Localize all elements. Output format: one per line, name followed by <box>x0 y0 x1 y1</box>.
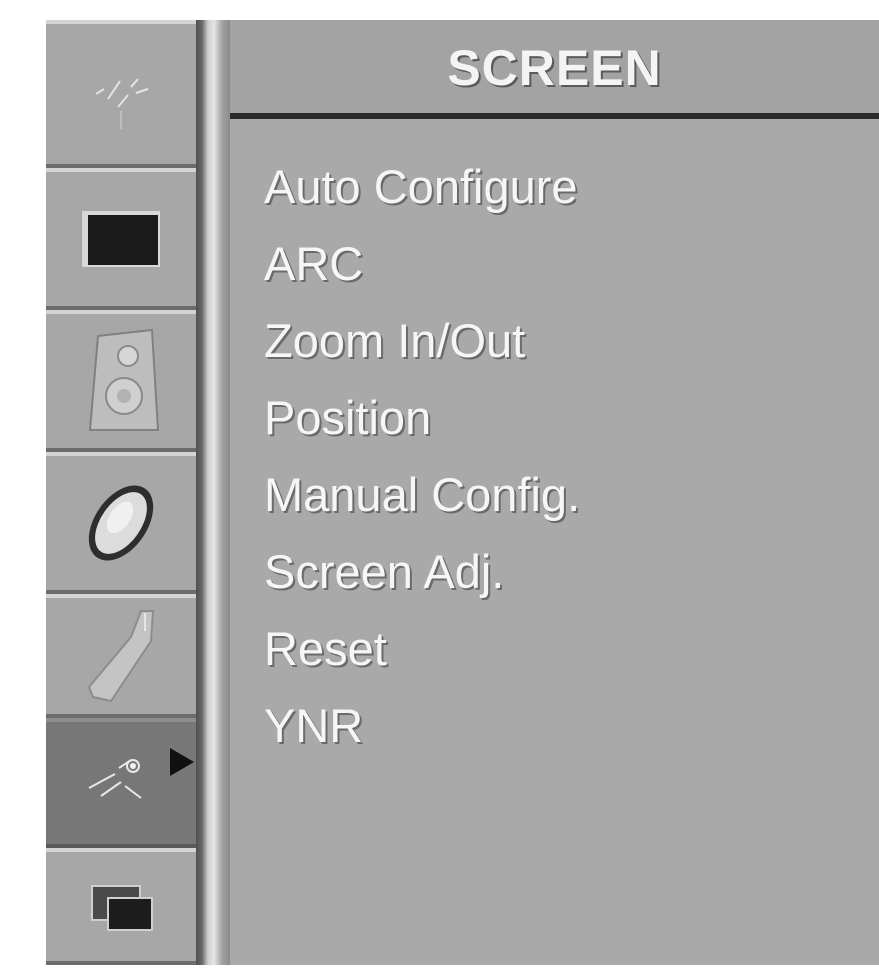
wrench-icon <box>87 610 155 703</box>
menu-item-screen-adj[interactable]: Screen Adj. <box>264 547 580 624</box>
menu-list: Auto Configure ARC Zoom In/Out Position … <box>264 162 580 778</box>
picture-icon <box>82 211 160 267</box>
clock-icon <box>88 485 154 561</box>
sidebar-item-sound[interactable] <box>46 310 196 452</box>
selection-arrow-icon <box>170 748 194 776</box>
submenu-panel: SCREEN Auto Configure ARC Zoom In/Out Po… <box>230 20 879 965</box>
sidebar-item-time[interactable] <box>46 452 196 594</box>
menu-sidebar <box>46 20 196 965</box>
menu-item-manual-config[interactable]: Manual Config. <box>264 470 580 547</box>
sidebar-item-picture[interactable] <box>46 168 196 310</box>
speaker-icon <box>88 328 160 431</box>
screen-settings-icon <box>88 759 142 799</box>
title-divider <box>230 113 879 119</box>
menu-item-position[interactable]: Position <box>264 393 580 470</box>
panel-title: SCREEN <box>230 20 879 115</box>
menu-item-auto-configure[interactable]: Auto Configure <box>264 162 580 239</box>
menu-item-ynr[interactable]: YNR <box>264 701 580 778</box>
osd-menu: SCREEN Auto Configure ARC Zoom In/Out Po… <box>46 20 879 965</box>
menu-item-zoom[interactable]: Zoom In/Out <box>264 316 580 393</box>
sidebar-item-pip[interactable] <box>46 848 196 965</box>
menu-item-arc[interactable]: ARC <box>264 239 580 316</box>
sidebar-item-option[interactable] <box>46 594 196 718</box>
satellite-dish-icon <box>95 78 149 129</box>
sidebar-item-screen[interactable] <box>46 718 196 848</box>
sidebar-item-setup[interactable] <box>46 20 196 168</box>
pip-icon <box>91 884 153 931</box>
menu-divider <box>196 20 230 965</box>
menu-item-reset[interactable]: Reset <box>264 624 580 701</box>
